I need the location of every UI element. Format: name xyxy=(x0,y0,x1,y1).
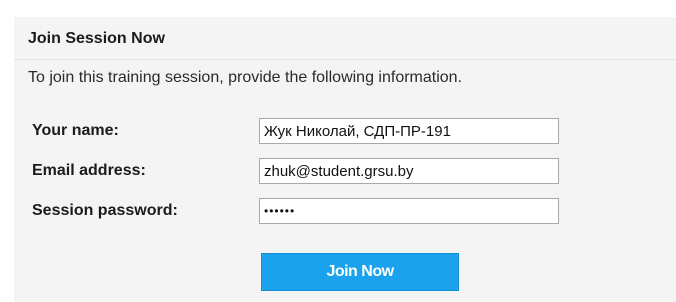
password-row: Session password: xyxy=(32,198,592,224)
email-row: Email address: xyxy=(32,158,592,184)
name-label: Your name: xyxy=(32,122,119,139)
instructions-text: To join this training session, provide t… xyxy=(28,69,463,86)
join-now-button[interactable]: Join Now xyxy=(261,253,459,291)
title-divider xyxy=(14,59,676,60)
name-row: Your name: xyxy=(32,118,592,144)
password-input[interactable] xyxy=(259,198,559,224)
join-session-panel: Join Session Now To join this training s… xyxy=(14,17,676,302)
email-input[interactable] xyxy=(259,158,559,184)
password-label: Session password: xyxy=(32,202,178,219)
panel-title: Join Session Now xyxy=(28,30,165,47)
name-input[interactable] xyxy=(259,118,559,144)
email-label: Email address: xyxy=(32,162,146,179)
